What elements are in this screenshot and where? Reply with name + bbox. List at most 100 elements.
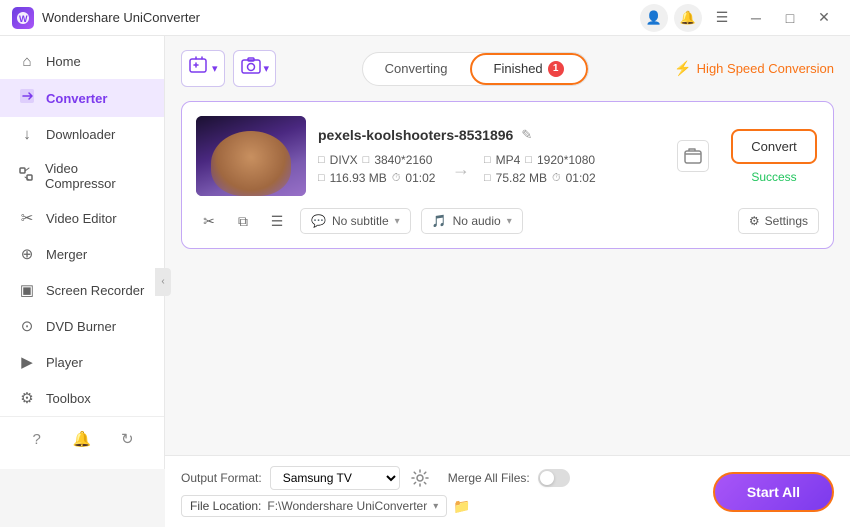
file-card-header: pexels-koolshooters-8531896 ✎ □ DIVX □ 3…: [196, 116, 819, 196]
sidebar-label-compressor: Video Compressor: [45, 161, 146, 191]
player-icon: ▶: [18, 353, 36, 371]
file-thumbnail: [196, 116, 306, 196]
svg-text:W: W: [19, 14, 28, 24]
close-btn[interactable]: ✕: [810, 8, 838, 28]
minimize-btn[interactable]: ─: [742, 8, 770, 28]
home-icon: ⌂: [18, 53, 36, 70]
duration-icon: ⏱: [392, 172, 401, 185]
output-format-select[interactable]: Samsung TV: [270, 466, 400, 490]
main-container: ⌂ Home Converter ↓ Downloader: [0, 36, 850, 527]
audio-select[interactable]: 🎵 No audio ▾: [421, 208, 523, 234]
help-icon[interactable]: ?: [25, 427, 49, 451]
notification-icon-btn[interactable]: 🔔: [674, 4, 702, 32]
convert-button[interactable]: Convert: [731, 129, 817, 164]
source-size-row: □ 116.93 MB ⏱ 01:02: [318, 171, 438, 185]
app-title: Wondershare UniConverter: [42, 10, 200, 25]
file-location-row: File Location: F:\Wondershare UniConvert…: [181, 495, 447, 517]
audio-icon: 🎵: [432, 214, 447, 228]
lightning-icon: ⚡: [674, 60, 691, 77]
list-icon[interactable]: ☰: [264, 208, 290, 234]
add-files-dropdown-icon[interactable]: ▾: [212, 62, 222, 75]
copy-icon[interactable]: ⧉: [230, 208, 256, 234]
file-action-icons: [677, 140, 709, 172]
tab-group: Converting Finished 1: [362, 52, 589, 86]
sidebar-item-downloader[interactable]: ↓ Downloader: [0, 117, 164, 152]
sidebar-item-home[interactable]: ⌂ Home: [0, 44, 164, 79]
high-speed-conversion-btn[interactable]: ⚡ High Speed Conversion: [674, 60, 834, 77]
title-bar: W Wondershare UniConverter 👤 🔔 ☰ ─ □ ✕: [0, 0, 850, 36]
editor-icon: ✂: [18, 209, 36, 227]
sidebar-label-toolbox: Toolbox: [46, 391, 91, 406]
maximize-btn[interactable]: □: [776, 8, 804, 28]
target-size-row: □ 75.82 MB ⏱ 01:02: [484, 171, 604, 185]
settings-icon: ⚙: [749, 214, 760, 228]
convert-section: Convert Success: [729, 129, 819, 184]
sidebar-item-video-editor[interactable]: ✂ Video Editor: [0, 200, 164, 236]
file-card: pexels-koolshooters-8531896 ✎ □ DIVX □ 3…: [181, 101, 834, 249]
sidebar-item-dvd-burner[interactable]: ⊙ DVD Burner: [0, 308, 164, 344]
file-location-path: F:\Wondershare UniConverter: [267, 499, 427, 513]
sidebar-bottom: ? 🔔 ↻: [0, 416, 164, 461]
source-size: 116.93 MB: [330, 171, 387, 185]
sidebar-label-editor: Video Editor: [46, 211, 117, 226]
tab-converting[interactable]: Converting: [363, 55, 470, 82]
target-resolution: 1920*1080: [537, 153, 595, 167]
settings-button[interactable]: ⚙ Settings: [738, 208, 819, 234]
title-bar-header-icons: 👤 🔔 ☰ ─ □ ✕: [640, 4, 838, 32]
bell-icon[interactable]: 🔔: [70, 427, 94, 451]
format-icon: □: [318, 154, 325, 166]
subtitle-select[interactable]: 💬 No subtitle ▾: [300, 208, 411, 234]
screenshot-icon: [240, 55, 262, 82]
high-speed-label: High Speed Conversion: [697, 61, 834, 76]
sidebar-item-video-compressor[interactable]: Video Compressor: [0, 152, 164, 200]
sidebar-label-downloader: Downloader: [46, 127, 115, 142]
sidebar-item-screen-recorder[interactable]: ▣ Screen Recorder: [0, 272, 164, 308]
add-screenshot-button[interactable]: ▾: [233, 50, 277, 87]
sidebar-label-home: Home: [46, 54, 81, 69]
menu-btn[interactable]: ☰: [708, 8, 736, 28]
sidebar-label-converter: Converter: [46, 91, 107, 106]
bottom-edit-icons: ✂ ⧉ ☰: [196, 208, 290, 234]
cut-icon[interactable]: ✂: [196, 208, 222, 234]
sidebar-item-player[interactable]: ▶ Player: [0, 344, 164, 380]
sidebar-item-converter[interactable]: Converter: [0, 79, 164, 117]
file-specs: □ DIVX □ 3840*2160 □ 116.93 MB ⏱ 01:02: [318, 153, 657, 185]
output-format-row: Output Format: Samsung TV Merge All File…: [181, 466, 570, 490]
tab-finished[interactable]: Finished 1: [470, 53, 588, 85]
subtitle-label: No subtitle: [332, 214, 389, 228]
add-files-button[interactable]: ▾: [181, 50, 225, 87]
sidebar-label-dvd: DVD Burner: [46, 319, 116, 334]
sidebar-item-merger[interactable]: ⊕ Merger: [0, 236, 164, 272]
downloader-icon: ↓: [18, 126, 36, 143]
file-edit-icon[interactable]: ✎: [521, 127, 532, 143]
bottom-bar: Output Format: Samsung TV Merge All File…: [165, 455, 850, 527]
start-all-button[interactable]: Start All: [713, 472, 834, 512]
sidebar-collapse-btn[interactable]: ‹: [155, 268, 171, 296]
file-name-row: pexels-koolshooters-8531896 ✎: [318, 127, 657, 143]
target-duration: 01:02: [566, 171, 596, 185]
target-format: MP4: [496, 153, 521, 167]
folder-browse-icon[interactable]: 📁: [453, 498, 470, 515]
audio-label: No audio: [453, 214, 501, 228]
tab-finished-badge: 1: [548, 61, 564, 77]
format-settings-icon[interactable]: [408, 466, 432, 490]
source-specs: □ DIVX □ 3840*2160 □ 116.93 MB ⏱ 01:02: [318, 153, 438, 185]
source-resolution: 3840*2160: [374, 153, 432, 167]
screenshot-dropdown-icon[interactable]: ▾: [264, 62, 274, 75]
toolbar: ▾ ▾ Converting Fini: [181, 50, 834, 87]
file-location-dropdown[interactable]: ▾: [433, 501, 438, 512]
user-icon-btn[interactable]: 👤: [640, 4, 668, 32]
source-format-row: □ DIVX □ 3840*2160: [318, 153, 438, 167]
target-format-row: □ MP4 □ 1920*1080: [484, 153, 604, 167]
dvd-icon: ⊙: [18, 317, 36, 335]
subtitle-icon: 💬: [311, 214, 326, 228]
sidebar-item-toolbox[interactable]: ⚙ Toolbox: [0, 380, 164, 416]
file-card-bottom: ✂ ⧉ ☰ 💬 No subtitle ▾ 🎵 No audio ▾ ⚙ Set…: [196, 208, 819, 234]
compressor-icon: [18, 166, 35, 186]
file-output-folder-icon[interactable]: [677, 140, 709, 172]
source-duration: 01:02: [405, 171, 435, 185]
file-name: pexels-koolshooters-8531896: [318, 127, 513, 143]
merge-files-toggle[interactable]: [538, 469, 570, 487]
merge-files-label: Merge All Files:: [448, 471, 530, 485]
refresh-icon[interactable]: ↻: [115, 427, 139, 451]
